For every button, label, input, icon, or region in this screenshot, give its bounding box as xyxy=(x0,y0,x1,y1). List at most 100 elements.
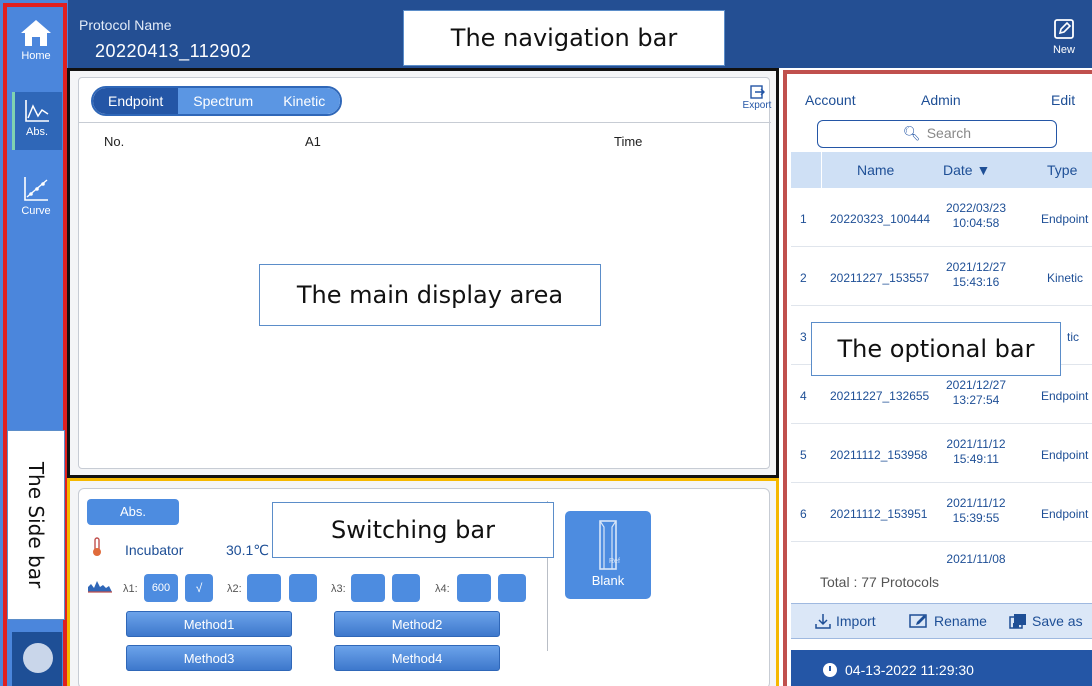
tab-spectrum[interactable]: Spectrum xyxy=(178,88,269,114)
table-row[interactable]: 6 20211112_153951 2021/11/12 15:39:55 End… xyxy=(791,483,1092,542)
method2-button[interactable]: Method2 xyxy=(334,611,500,637)
avatar-icon xyxy=(23,643,53,673)
column-header-a1: A1 xyxy=(305,134,321,149)
row-date-day: 2021/12/27 xyxy=(945,260,1007,274)
rename-icon xyxy=(909,614,927,628)
abs-mode-button[interactable]: Abs. xyxy=(87,499,179,525)
row-date-time: 15:39:55 xyxy=(952,511,1000,525)
import-icon xyxy=(815,614,831,629)
table-header-divider xyxy=(79,122,771,123)
mode-tabs: Endpoint Spectrum Kinetic xyxy=(91,86,343,116)
import-label: Import xyxy=(836,613,876,629)
sidebar-item-home[interactable]: Home xyxy=(14,18,58,70)
table-row[interactable]: 2 20211227_153557 2021/12/27 15:43:16 Kin… xyxy=(791,247,1092,306)
incubator-label: Incubator xyxy=(125,542,184,558)
column-header-date[interactable]: Date ▼ xyxy=(943,162,990,178)
table-row[interactable]: 1 20220323_100444 2022/03/23 10:04:58 End… xyxy=(791,188,1092,247)
wavelength-1-check[interactable]: √ xyxy=(185,574,213,602)
edit-icon xyxy=(1054,19,1074,39)
wavelength-3-label: λ3: xyxy=(331,583,346,595)
sidebar-item-abs[interactable]: Abs. xyxy=(12,92,62,150)
switching-bar-frame: Abs. Incubator 30.1℃ λ1: 600 √ λ2: λ3: λ… xyxy=(67,478,779,686)
sidebar-home-label: Home xyxy=(21,50,51,62)
edit-button[interactable]: Edit xyxy=(1051,92,1075,108)
row-name: 20211112_153958 xyxy=(830,448,928,462)
row-date-day: 2021/12/27 xyxy=(945,378,1007,392)
method3-button[interactable]: Method3 xyxy=(126,645,292,671)
column-header-type[interactable]: Type xyxy=(1047,162,1077,178)
incubator-temperature: 30.1℃ xyxy=(226,542,269,558)
tab-kinetic[interactable]: Kinetic xyxy=(268,88,341,114)
wavelength-1-label: λ1: xyxy=(123,583,138,595)
row-date-time: 15:49:11 xyxy=(953,452,999,466)
current-datetime: 04-13-2022 11:29:30 xyxy=(845,662,974,678)
new-button[interactable]: New xyxy=(1048,18,1080,56)
new-label: New xyxy=(1052,44,1075,56)
optional-bar: Account Admin Edit 🔍︎ Search Name Date ▼ … xyxy=(783,70,1092,686)
row-date: 2021/12/27 15:43:16 xyxy=(941,260,1011,290)
row-date: 2021/11/08 xyxy=(946,552,1006,564)
wavelength-3-input[interactable] xyxy=(351,574,385,602)
row-number: 3 xyxy=(800,330,807,344)
row-name: 20220323_100444 xyxy=(830,212,931,226)
row-type: Endpoint xyxy=(1041,212,1089,226)
row-type: Kinetic xyxy=(1047,271,1084,285)
wavelength-4-check[interactable] xyxy=(498,574,526,602)
curve-chart-icon xyxy=(24,177,48,201)
annotation-main-display: The main display area xyxy=(259,264,601,326)
sidebar-item-curve[interactable]: Curve xyxy=(14,175,58,227)
save-as-label: Save as xyxy=(1032,613,1083,629)
table-row[interactable]: 5 20211112_153958 2021/11/12 15:49:11 End… xyxy=(791,424,1092,483)
table-row[interactable]: 2021/11/08 xyxy=(791,542,1092,564)
main-display-area: Endpoint Spectrum Kinetic Export No. A1 … xyxy=(78,77,771,469)
search-input[interactable]: 🔍︎ Search xyxy=(817,120,1057,148)
home-icon xyxy=(21,20,51,46)
column-header-time: Time xyxy=(614,134,643,149)
import-button[interactable]: Import xyxy=(815,613,876,629)
wavelength-4-label: λ4: xyxy=(435,583,450,595)
save-as-button[interactable]: Save as xyxy=(1009,613,1083,629)
wavelength-2-check[interactable] xyxy=(289,574,317,602)
wavelength-1-input[interactable]: 600 xyxy=(144,574,178,602)
rename-button[interactable]: Rename xyxy=(909,613,987,629)
main-display-frame: Endpoint Spectrum Kinetic Export No. A1 … xyxy=(67,68,779,478)
annotation-switching-bar: Switching bar xyxy=(272,502,554,558)
annotation-side-bar-text: The Side bar xyxy=(24,461,48,589)
user-button[interactable] xyxy=(12,632,62,686)
blank-label: Blank xyxy=(591,573,625,588)
rename-label: Rename xyxy=(934,613,987,629)
row-date-time: 15:43:16 xyxy=(952,275,1000,289)
app-root: Protocol Name 20220413_112902 The naviga… xyxy=(0,0,1092,686)
export-button[interactable]: Export xyxy=(739,84,775,111)
wavelength-2-label: λ2: xyxy=(227,583,242,595)
save-as-icon xyxy=(1009,614,1026,629)
row-type: Endpoint xyxy=(1041,448,1089,462)
column-header-name[interactable]: Name xyxy=(857,162,894,178)
row-number: 2 xyxy=(800,271,807,285)
admin-tab[interactable]: Admin xyxy=(921,92,961,108)
clock-icon xyxy=(823,663,837,677)
wavelength-4-input[interactable] xyxy=(457,574,491,602)
blank-button[interactable]: Ref Blank xyxy=(565,511,651,599)
row-name: 20211227_153557 xyxy=(830,271,930,285)
export-icon xyxy=(750,85,765,99)
sidebar-abs-label: Abs. xyxy=(25,126,48,138)
row-date-day: 2021/11/12 xyxy=(946,496,1006,510)
row-date-day: 2022/03/23 xyxy=(945,201,1007,215)
search-placeholder: Search xyxy=(926,125,972,141)
tab-endpoint[interactable]: Endpoint xyxy=(93,88,179,114)
cuvette-icon: Ref xyxy=(599,520,620,570)
protocol-table-header: Name Date ▼ Type xyxy=(791,152,1092,188)
protocol-name-value[interactable]: 20220413_112902 xyxy=(95,41,251,62)
row-date-time: 10:04:58 xyxy=(952,216,1000,230)
sidebar-curve-label: Curve xyxy=(21,205,51,217)
account-tab[interactable]: Account xyxy=(805,92,856,108)
spectrum-icon xyxy=(88,581,112,593)
protocol-name-label: Protocol Name xyxy=(79,17,172,33)
navigation-bar: Protocol Name 20220413_112902 The naviga… xyxy=(68,0,1092,68)
method4-button[interactable]: Method4 xyxy=(334,645,500,671)
wavelength-2-input[interactable] xyxy=(247,574,281,602)
wavelength-3-check[interactable] xyxy=(392,574,420,602)
method1-button[interactable]: Method1 xyxy=(126,611,292,637)
row-date-time: 13:27:54 xyxy=(952,393,1000,407)
